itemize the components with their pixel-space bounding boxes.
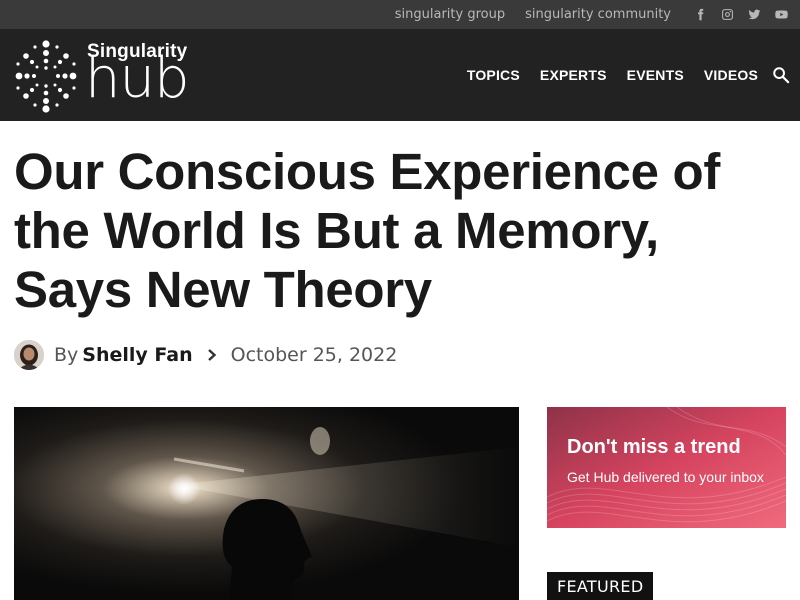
- singularity-community-link[interactable]: singularity community: [525, 7, 671, 22]
- youtube-icon[interactable]: [774, 8, 788, 22]
- newsletter-promo[interactable]: Don't miss a trend Get Hub delivered to …: [547, 407, 786, 528]
- singularity-group-link[interactable]: singularity group: [395, 7, 505, 22]
- logo-wordmark-hub: hub: [85, 46, 190, 111]
- article-title: Our Conscious Experience of the World Is…: [14, 143, 721, 318]
- search-icon[interactable]: [772, 66, 790, 84]
- nav-videos[interactable]: VIDEOS: [704, 67, 758, 83]
- instagram-icon[interactable]: [720, 8, 734, 22]
- twitter-icon[interactable]: [747, 8, 761, 22]
- featured-label: FEATURED: [547, 572, 654, 600]
- top-utility-bar: singularity group singularity community: [0, 0, 800, 29]
- publish-date: October 25, 2022: [230, 344, 398, 366]
- article-byline: By Shelly Fan October 25, 2022: [14, 340, 397, 370]
- byline-by: By: [54, 344, 79, 366]
- site-header: Singularity hub TOPICS EXPERTS EVENTS VI…: [0, 29, 800, 121]
- logo-mark-icon: [15, 40, 77, 113]
- nav-events[interactable]: EVENTS: [627, 67, 684, 83]
- promo-title: Don't miss a trend: [567, 436, 741, 458]
- author-avatar[interactable]: [14, 340, 44, 370]
- chevron-right-icon: [205, 348, 219, 362]
- promo-subtitle: Get Hub delivered to your inbox: [567, 469, 764, 485]
- facebook-icon[interactable]: [693, 8, 707, 22]
- hero-image: [14, 407, 519, 600]
- nav-topics[interactable]: TOPICS: [467, 67, 520, 83]
- main-nav: TOPICS EXPERTS EVENTS VIDEOS: [447, 29, 790, 121]
- social-links: [693, 8, 788, 22]
- nav-experts[interactable]: EXPERTS: [540, 67, 607, 83]
- promo-background: [547, 407, 786, 528]
- author-name[interactable]: Shelly Fan: [82, 344, 192, 366]
- singularity-hub-logo[interactable]: Singularity hub: [13, 39, 198, 113]
